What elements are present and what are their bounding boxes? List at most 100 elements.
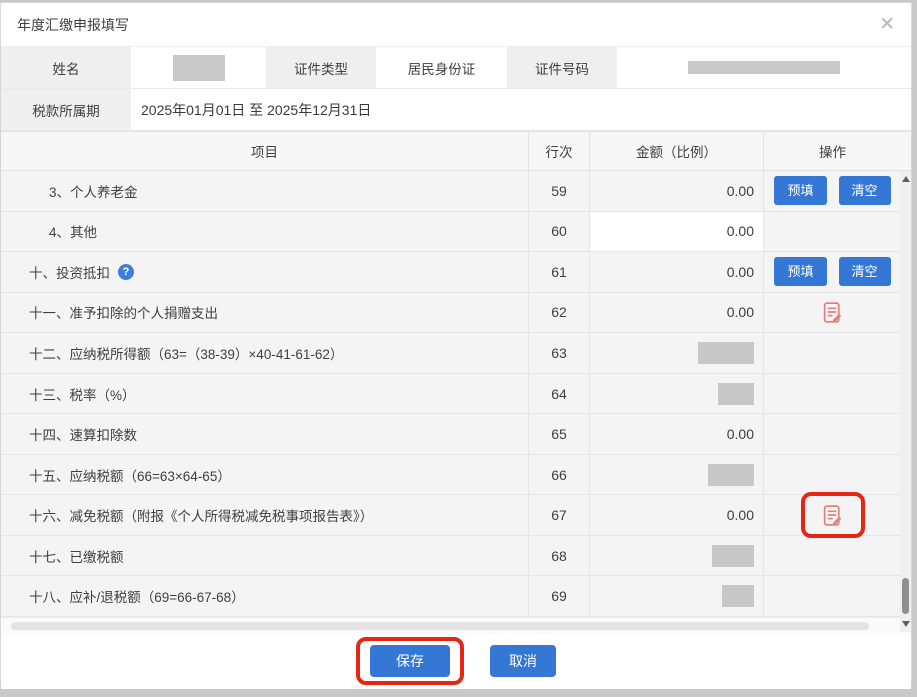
save-highlight-annotation: 保存	[356, 637, 464, 685]
row-line-number: 69	[528, 576, 589, 616]
row-line-number: 64	[528, 374, 589, 414]
clear-button[interactable]: 清空	[839, 176, 891, 205]
cert-no-label: 证件号码	[507, 47, 617, 88]
declaration-table: 项目 行次 金额（比例） 操作 3、个人养老金590.00预填清空4、其他600…	[1, 131, 911, 632]
header-item: 项目	[1, 132, 528, 170]
row-line-number: 65	[528, 414, 589, 454]
cert-type-value: 居民身份证	[376, 47, 507, 88]
row-actions: 预填清空	[763, 252, 901, 292]
horizontal-scrollbar[interactable]	[1, 617, 911, 633]
row-actions: 预填清空	[763, 171, 901, 211]
table-row: 十三、税率（%） 64	[1, 374, 911, 415]
amount-value: 0.00	[589, 171, 763, 211]
cert-no-value-redacted	[688, 61, 840, 74]
dialog-titlebar: 年度汇缴申报填写 ✕	[1, 3, 911, 47]
row-item-label: 十三、税率（%）	[29, 384, 136, 404]
table-row: 十二、应纳税所得额（63=（38-39）×40-41-61-62） 63	[1, 333, 911, 374]
table-header-row: 项目 行次 金额（比例） 操作	[1, 132, 911, 171]
cert-no-value-cell	[617, 47, 911, 88]
row-item-label: 十一、准予扣除的个人捐赠支出	[29, 302, 218, 322]
name-value-redacted	[173, 55, 225, 81]
row-item-label: 十六、减免税额（附报《个人所得税减免税事项报告表》）	[29, 505, 373, 525]
prefill-button[interactable]: 预填	[774, 176, 826, 205]
redacted-amount	[708, 464, 754, 486]
amount-value	[589, 333, 763, 373]
tax-period-label: 税款所属期	[1, 89, 131, 130]
tax-period-value: 2025年01月01日 至 2025年12月31日	[131, 89, 911, 130]
save-button[interactable]: 保存	[370, 645, 450, 677]
row-line-number: 66	[528, 455, 589, 495]
redacted-amount	[698, 342, 754, 364]
row-actions	[763, 293, 901, 333]
clear-button[interactable]: 清空	[839, 257, 891, 286]
name-value-cell	[131, 47, 266, 88]
amount-value: 0.00	[589, 293, 763, 333]
vertical-scrollbar-thumb[interactable]	[902, 578, 909, 614]
dialog-title: 年度汇缴申报填写	[17, 15, 129, 35]
table-row: 4、其他 600.00	[1, 212, 911, 253]
table-row: 十一、准予扣除的个人捐赠支出 620.00	[1, 293, 911, 334]
row-actions	[763, 212, 901, 252]
row-line-number: 61	[528, 252, 589, 292]
row-actions	[763, 495, 901, 535]
row-item-label: 4、其他	[49, 221, 97, 241]
redacted-amount	[722, 585, 754, 607]
row-item-label: 十五、应纳税额（66=63×64-65）	[29, 465, 231, 485]
row-actions	[763, 374, 901, 414]
cancel-button[interactable]: 取消	[490, 645, 556, 677]
scroll-up-icon[interactable]	[902, 176, 910, 182]
amount-value	[589, 455, 763, 495]
table-body: 3、个人养老金590.00预填清空4、其他600.00十、投资抵扣?610.00…	[1, 171, 911, 617]
row-item-label: 3、个人养老金	[49, 181, 138, 201]
table-row: 十五、应纳税额（66=63×64-65） 66	[1, 455, 911, 496]
row-actions	[763, 536, 901, 576]
row-actions	[763, 414, 901, 454]
amount-value	[589, 536, 763, 576]
header-amount: 金额（比例）	[589, 132, 763, 170]
close-icon[interactable]: ✕	[879, 15, 895, 34]
row-actions	[763, 455, 901, 495]
row-line-number: 63	[528, 333, 589, 373]
redacted-amount	[718, 383, 754, 405]
annual-settlement-dialog: 年度汇缴申报填写 ✕ 姓名 证件类型 居民身份证 证件号码 税款所属期 2025…	[0, 2, 912, 686]
header-action: 操作	[763, 132, 901, 170]
row-line-number: 60	[528, 212, 589, 252]
cert-type-label: 证件类型	[266, 47, 376, 88]
row-item-label: 十四、速算扣除数	[29, 424, 137, 444]
name-label: 姓名	[1, 47, 131, 88]
edit-document-icon[interactable]	[820, 300, 845, 325]
edit-document-icon[interactable]	[820, 503, 845, 528]
horizontal-scrollbar-thumb[interactable]	[11, 622, 869, 630]
row-item-label: 十二、应纳税所得额（63=（38-39）×40-41-61-62）	[29, 343, 343, 363]
row-item-label: 十七、已缴税额	[29, 546, 124, 566]
table-row: 十八、应补/退税额（69=66-67-68） 69	[1, 576, 911, 617]
scroll-down-icon[interactable]	[902, 621, 910, 627]
identity-info-row: 姓名 证件类型 居民身份证 证件号码	[1, 47, 911, 89]
table-row: 十六、减免税额（附报《个人所得税减免税事项报告表》） 670.00	[1, 495, 911, 536]
dialog-footer: 保存 取消	[1, 632, 911, 689]
table-row: 十七、已缴税额 68	[1, 536, 911, 577]
amount-value: 0.00	[589, 252, 763, 292]
row-item-label: 十八、应补/退税额（69=66-67-68）	[29, 586, 245, 606]
prefill-button[interactable]: 预填	[774, 257, 826, 286]
amount-input[interactable]: 0.00	[589, 212, 763, 252]
redacted-amount	[712, 545, 754, 567]
amount-value: 0.00	[589, 414, 763, 454]
table-row: 十、投资抵扣?610.00预填清空	[1, 252, 911, 293]
row-actions	[763, 333, 901, 373]
row-line-number: 68	[528, 536, 589, 576]
row-actions	[763, 576, 901, 616]
row-line-number: 59	[528, 171, 589, 211]
vertical-scrollbar[interactable]	[900, 171, 911, 632]
table-row: 十四、速算扣除数 650.00	[1, 414, 911, 455]
amount-value	[589, 374, 763, 414]
row-item-label: 十、投资抵扣	[29, 262, 110, 282]
amount-value: 0.00	[589, 495, 763, 535]
amount-value	[589, 576, 763, 616]
table-row: 3、个人养老金590.00预填清空	[1, 171, 911, 212]
help-icon[interactable]: ?	[118, 264, 134, 280]
tax-period-row: 税款所属期 2025年01月01日 至 2025年12月31日	[1, 89, 911, 131]
header-line: 行次	[528, 132, 589, 170]
row-line-number: 62	[528, 293, 589, 333]
row-line-number: 67	[528, 495, 589, 535]
